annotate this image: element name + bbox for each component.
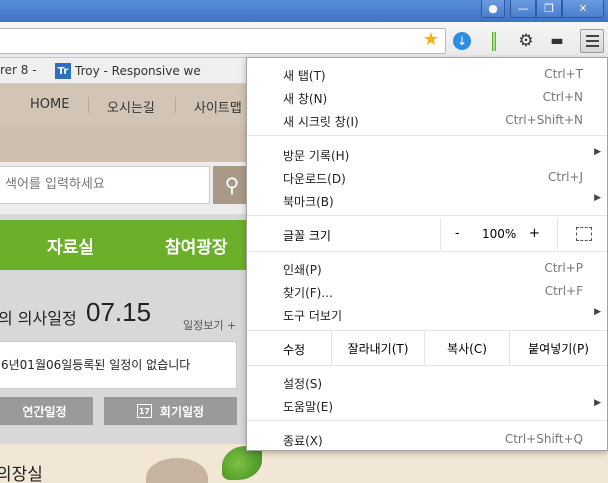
- menu-separator: [247, 365, 607, 366]
- zoom-controls: - 100% +: [440, 218, 608, 250]
- fullscreen-icon: [575, 227, 592, 241]
- agenda-date: 07.15: [86, 297, 152, 327]
- maximize-button[interactable]: ❐: [536, 0, 562, 18]
- menu-help[interactable]: 도움말(E) ▶: [247, 394, 607, 416]
- submenu-arrow-icon: ▶: [594, 307, 601, 317]
- submenu-arrow-icon: ▶: [594, 193, 601, 203]
- menu-edit-row: 수정 잘라내기(T) 복사(C) 붙여넣기(P): [247, 331, 607, 365]
- incognito-mask-icon[interactable]: ▬: [547, 31, 567, 51]
- ladder-extension-icon[interactable]: ║: [484, 31, 504, 51]
- edit-label: 수정: [283, 343, 306, 357]
- menu-separator: [247, 251, 607, 252]
- nav-divider: [175, 97, 176, 113]
- menu-new-incognito-window[interactable]: 새 시크릿 창(I) Ctrl+Shift+N: [247, 109, 607, 131]
- annual-schedule-button[interactable]: 연간일정: [0, 397, 93, 425]
- session-schedule-button[interactable]: 17 회기일정: [104, 397, 237, 425]
- calendar-icon: 17: [136, 404, 152, 418]
- menu-find[interactable]: 찾기(F)... Ctrl+F: [247, 280, 607, 302]
- speaker-title: 의장실: [0, 465, 43, 483]
- menu-separator: [247, 420, 607, 421]
- menu-history[interactable]: 방문 기록(H) ▶: [247, 143, 607, 165]
- menu-more-tools[interactable]: 도구 더보기 ▶: [247, 303, 607, 325]
- zoom-in-button[interactable]: +: [529, 226, 540, 241]
- bookmark-star-icon[interactable]: ★: [421, 29, 441, 50]
- menu-exit[interactable]: 종료(X) Ctrl+Shift+Q: [247, 428, 607, 450]
- menu-downloads[interactable]: 다운로드(D) Ctrl+J: [247, 166, 607, 188]
- window-title-bar: ● — ❐ ✕: [0, 0, 608, 22]
- menu-separator: [247, 135, 607, 136]
- agenda-panel: 의 의사일정 07.15 일정보기 + 6년01월06일등록된 일정이 없습니다…: [0, 289, 246, 439]
- troy-favicon-icon: Tr: [55, 63, 71, 79]
- chrome-menu-button[interactable]: [580, 29, 604, 53]
- chrome-main-menu: 새 탭(T) Ctrl+T 새 창(N) Ctrl+N 새 시크릿 창(I) C…: [246, 57, 608, 451]
- address-bar[interactable]: [0, 28, 446, 54]
- fullscreen-button[interactable]: [557, 218, 608, 250]
- zoom-level: 100%: [482, 227, 517, 241]
- bookmark-item-troy[interactable]: Tr Troy - Responsive we: [55, 63, 201, 79]
- gear-icon[interactable]: ⚙: [516, 31, 536, 51]
- menu-archive[interactable]: 자료실: [47, 233, 94, 258]
- minimize-button[interactable]: —: [510, 0, 536, 18]
- zoom-label: 글꼴 크기: [283, 229, 331, 243]
- menu-print[interactable]: 인쇄(P) Ctrl+P: [247, 257, 607, 279]
- copy-button[interactable]: 복사(C): [424, 331, 509, 365]
- menu-separator: [247, 215, 607, 216]
- submenu-arrow-icon: ▶: [594, 147, 601, 157]
- menu-bookmarks[interactable]: 북마크(B) ▶: [247, 189, 607, 211]
- nav-sitemap[interactable]: 사이트맵: [194, 97, 242, 116]
- agenda-more-link[interactable]: 일정보기 +: [183, 317, 236, 333]
- paste-button[interactable]: 붙여넣기(P): [509, 331, 607, 365]
- zoom-out-button[interactable]: -: [455, 226, 460, 241]
- download-extension-icon[interactable]: ↓: [453, 32, 471, 50]
- nav-divider: [88, 97, 89, 113]
- bookmark-item[interactable]: rer 8 -: [0, 63, 37, 77]
- nav-home[interactable]: HOME: [30, 97, 69, 112]
- nav-directions[interactable]: 오시는길: [107, 97, 155, 116]
- submenu-arrow-icon: ▶: [594, 398, 601, 408]
- cut-button[interactable]: 잘라내기(T): [331, 331, 424, 365]
- menu-new-tab[interactable]: 새 탭(T) Ctrl+T: [247, 63, 607, 85]
- site-search-input[interactable]: 색어를 입력하세요: [0, 166, 210, 204]
- menu-zoom-row: 글꼴 크기 - 100% +: [247, 218, 607, 250]
- browser-toolbar: ★ ↓ ║ ⚙ ▬: [0, 22, 608, 58]
- user-icon[interactable]: ●: [481, 0, 505, 18]
- close-button[interactable]: ✕: [562, 0, 604, 18]
- menu-new-window[interactable]: 새 창(N) Ctrl+N: [247, 86, 607, 108]
- menu-settings[interactable]: 설정(S): [247, 371, 607, 393]
- agenda-title: 의 의사일정: [0, 309, 77, 328]
- menu-participation[interactable]: 참여광장: [165, 233, 228, 258]
- agenda-message: 6년01월06일등록된 일정이 없습니다: [0, 341, 237, 389]
